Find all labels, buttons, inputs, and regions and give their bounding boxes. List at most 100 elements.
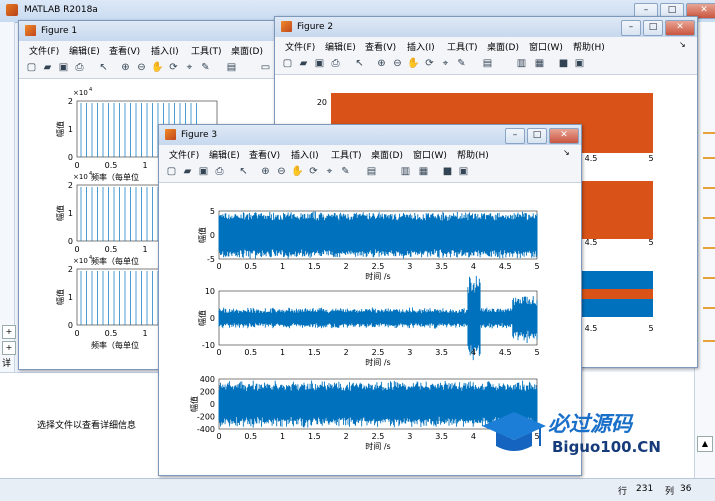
show-tools-icon[interactable]: ▣	[573, 57, 586, 70]
graduation-cap-logo-icon	[482, 412, 546, 451]
exponent-power: 4	[89, 255, 92, 261]
close-button[interactable]: ✕	[549, 128, 579, 144]
zoom-out-icon[interactable]: ⊖	[391, 57, 404, 70]
expand-icon[interactable]: +	[2, 325, 16, 339]
link-icon[interactable]: ▤	[365, 165, 378, 178]
menu-edit[interactable]: 编辑(E)	[69, 44, 100, 57]
menu-view[interactable]: 查看(V)	[249, 148, 280, 161]
x-tick-label: 1.5	[308, 432, 321, 441]
show-tools-icon[interactable]: ▣	[457, 165, 470, 178]
close-button[interactable]: ✕	[665, 20, 695, 36]
pointer-icon[interactable]: ↖	[237, 165, 250, 178]
x-tick-label: 0.5	[244, 348, 257, 357]
x-tick-label: 3.5	[435, 262, 448, 271]
legend-icon[interactable]: ▦	[533, 57, 546, 70]
figure3-title-bar[interactable]: Figure 3 – □ ✕	[159, 125, 581, 145]
y-tick-label: 0	[68, 321, 73, 330]
legend-icon[interactable]: ▭	[259, 61, 272, 74]
menu-edit[interactable]: 编辑(E)	[209, 148, 240, 161]
print-icon[interactable]: ⎙	[73, 61, 86, 74]
menu-insert[interactable]: 插入(I)	[407, 40, 435, 53]
menu-window[interactable]: 窗口(W)	[529, 40, 563, 53]
menu-tools[interactable]: 工具(T)	[447, 40, 478, 53]
save-icon[interactable]: ▣	[57, 61, 70, 74]
open-folder-icon[interactable]: ▰	[41, 61, 54, 74]
menu-window[interactable]: 窗口(W)	[413, 148, 447, 161]
zoom-out-icon[interactable]: ⊖	[135, 61, 148, 74]
new-file-icon[interactable]: ▢	[281, 57, 294, 70]
figure2-title-bar[interactable]: Figure 2 – □ ✕	[275, 17, 697, 37]
figure2-menubar: 文件(F) 编辑(E) 查看(V) 插入(I) 工具(T) 桌面(D) 窗口(W…	[275, 37, 697, 55]
menu-help[interactable]: 帮助(H)	[457, 148, 489, 161]
y-tick-label: 1	[68, 209, 73, 218]
data-cursor-icon[interactable]: ⌖	[323, 165, 336, 178]
rotate-icon[interactable]: ⟳	[307, 165, 320, 178]
y-tick-label: 20	[317, 98, 327, 107]
minimize-button[interactable]: –	[621, 20, 641, 36]
menu-tools[interactable]: 工具(T)	[331, 148, 362, 161]
print-icon[interactable]: ⎙	[213, 165, 226, 178]
figure1-title: Figure 1	[41, 26, 78, 36]
data-cursor-icon[interactable]: ⌖	[439, 57, 452, 70]
x-axis-label: 时间 /s	[365, 271, 390, 281]
open-folder-icon[interactable]: ▰	[181, 165, 194, 178]
menu-help[interactable]: 帮助(H)	[573, 40, 605, 53]
menu-desktop[interactable]: 桌面(D)	[231, 44, 263, 57]
y-tick-label: -10	[202, 341, 215, 350]
figure3-toolbar: ▢ ▰ ▣ ⎙ ↖ ⊕ ⊖ ✋ ⟳ ⌖ ✎ ▤ ▥ ▦ ■ ▣	[159, 162, 581, 183]
colorbar-icon[interactable]: ▥	[515, 57, 528, 70]
exponent-label: ×10	[73, 173, 88, 181]
zoom-in-icon[interactable]: ⊕	[259, 165, 272, 178]
menu-insert[interactable]: 插入(I)	[291, 148, 319, 161]
pan-icon[interactable]: ✋	[151, 61, 164, 74]
save-icon[interactable]: ▣	[197, 165, 210, 178]
pan-icon[interactable]: ✋	[291, 165, 304, 178]
new-file-icon[interactable]: ▢	[25, 61, 38, 74]
status-bar: 行 231 列 36	[0, 478, 715, 501]
brush-icon[interactable]: ✎	[339, 165, 352, 178]
maximize-button[interactable]: □	[527, 128, 547, 144]
exponent-power: 4	[89, 87, 92, 93]
save-icon[interactable]: ▣	[313, 57, 326, 70]
link-icon[interactable]: ▤	[225, 61, 238, 74]
menu-view[interactable]: 查看(V)	[109, 44, 140, 57]
data-cursor-icon[interactable]: ⌖	[183, 61, 196, 74]
brush-icon[interactable]: ✎	[199, 61, 212, 74]
menu-view[interactable]: 查看(V)	[365, 40, 396, 53]
menu-edit[interactable]: 编辑(E)	[325, 40, 356, 53]
hide-tools-icon[interactable]: ■	[557, 57, 570, 70]
expand-icon[interactable]: +	[2, 341, 16, 355]
print-icon[interactable]: ⎙	[329, 57, 342, 70]
x-tick-label: 3	[407, 262, 412, 271]
dock-arrow-icon[interactable]: ↘	[563, 148, 570, 157]
colorbar-icon[interactable]: ▥	[399, 165, 412, 178]
menu-desktop[interactable]: 桌面(D)	[371, 148, 403, 161]
x-axis-label: 频率（每单位	[91, 256, 139, 266]
brush-icon[interactable]: ✎	[455, 57, 468, 70]
menu-file[interactable]: 文件(F)	[285, 40, 315, 53]
figure1-title-bar[interactable]: Figure 1	[19, 21, 281, 41]
legend-icon[interactable]: ▦	[417, 165, 430, 178]
link-icon[interactable]: ▤	[481, 57, 494, 70]
minimize-button[interactable]: –	[505, 128, 525, 144]
zoom-out-icon[interactable]: ⊖	[275, 165, 288, 178]
pan-icon[interactable]: ✋	[407, 57, 420, 70]
dock-arrow-icon[interactable]: ↘	[679, 40, 686, 49]
menu-file[interactable]: 文件(F)	[169, 148, 199, 161]
rotate-icon[interactable]: ⟳	[423, 57, 436, 70]
open-folder-icon[interactable]: ▰	[297, 57, 310, 70]
menu-desktop[interactable]: 桌面(D)	[487, 40, 519, 53]
y-tick-label: 5	[210, 207, 215, 216]
maximize-button[interactable]: □	[643, 20, 663, 36]
menu-tools[interactable]: 工具(T)	[191, 44, 222, 57]
pointer-icon[interactable]: ↖	[97, 61, 110, 74]
rotate-icon[interactable]: ⟳	[167, 61, 180, 74]
details-hint-text: 选择文件以查看详细信息	[37, 421, 137, 431]
new-file-icon[interactable]: ▢	[165, 165, 178, 178]
zoom-in-icon[interactable]: ⊕	[375, 57, 388, 70]
pointer-icon[interactable]: ↖	[353, 57, 366, 70]
menu-insert[interactable]: 插入(I)	[151, 44, 179, 57]
menu-file[interactable]: 文件(F)	[29, 44, 59, 57]
hide-tools-icon[interactable]: ■	[441, 165, 454, 178]
zoom-in-icon[interactable]: ⊕	[119, 61, 132, 74]
